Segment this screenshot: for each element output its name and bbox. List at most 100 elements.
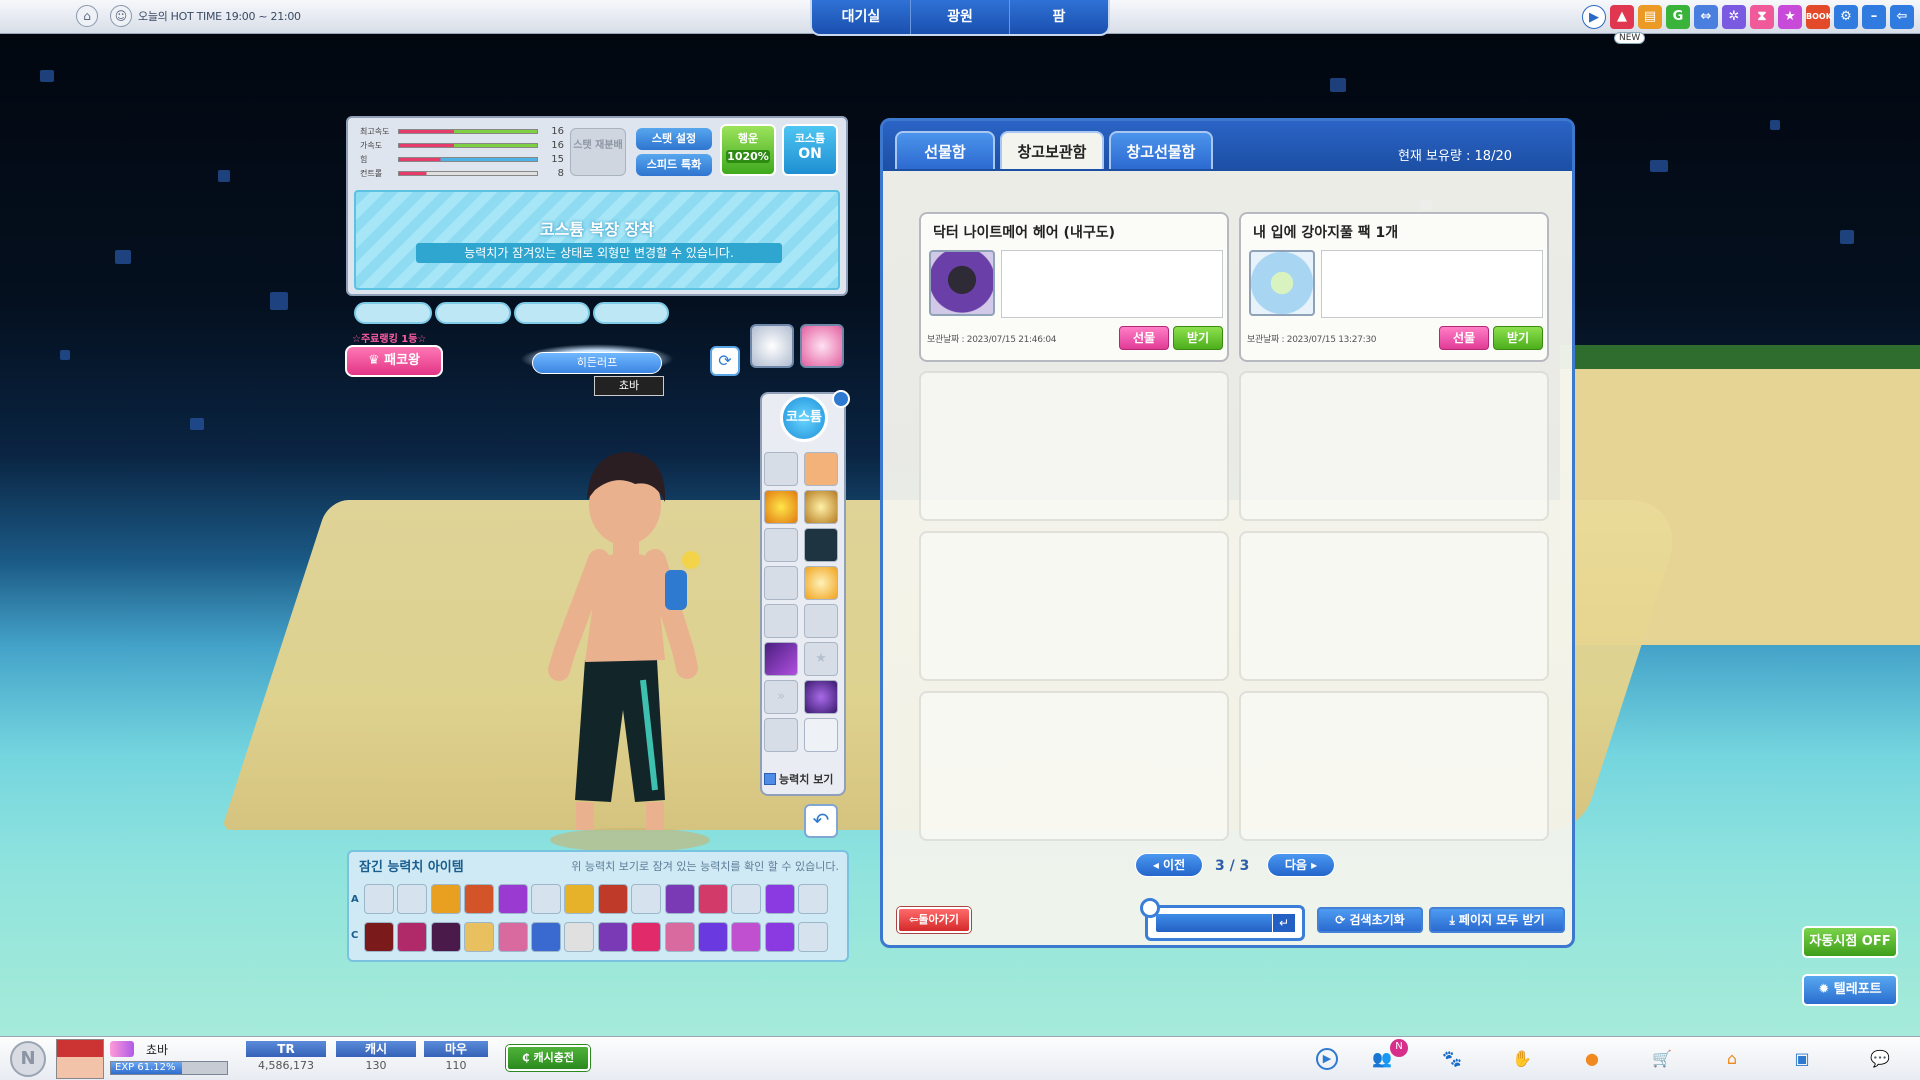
locked-item-slot[interactable]: [430, 922, 461, 952]
back-button[interactable]: ⇦돌아가기: [897, 907, 971, 933]
locked-item-slot[interactable]: [631, 922, 662, 952]
ability-pill[interactable]: [514, 302, 590, 324]
expand-icon[interactable]: ▶: [1316, 1048, 1338, 1070]
locked-item-slot[interactable]: [664, 884, 695, 914]
locked-item-slot[interactable]: [430, 884, 461, 914]
locked-item-slot[interactable]: [564, 884, 595, 914]
slot-effect[interactable]: [764, 490, 798, 524]
ability-view-toggle[interactable]: 능력치 보기: [764, 768, 842, 790]
receive-button[interactable]: 받기: [1173, 326, 1223, 350]
book-icon[interactable]: ▤: [1638, 5, 1662, 29]
receive-button[interactable]: 받기: [1493, 326, 1543, 350]
receive-all-button[interactable]: ⤓ 페이지 모두 받기: [1429, 907, 1565, 933]
locked-item-slot[interactable]: [631, 884, 662, 914]
pet-icon[interactable]: ●: [1578, 1045, 1606, 1073]
ability-pill[interactable]: [435, 302, 511, 324]
ability-pill[interactable]: [593, 302, 669, 324]
avatar[interactable]: [56, 1039, 104, 1079]
locked-item-slot[interactable]: [798, 884, 829, 914]
chat-icon[interactable]: 💬: [1866, 1045, 1894, 1073]
locked-item-slot[interactable]: [597, 922, 628, 952]
locked-item-slot[interactable]: [497, 884, 528, 914]
locked-item-slot[interactable]: [397, 922, 428, 952]
tab-waiting-room[interactable]: 대기실: [812, 0, 911, 34]
house-icon[interactable]: ⌂: [1718, 1045, 1746, 1073]
slot-gloves[interactable]: [764, 566, 798, 600]
charge-cash-button[interactable]: ₵ 캐시충전: [506, 1045, 590, 1071]
ability-view-checkbox[interactable]: [764, 773, 776, 785]
settings-icon[interactable]: ⚙: [1834, 5, 1858, 29]
slot-pants[interactable]: [804, 528, 838, 562]
storage-item-card[interactable]: 내 입에 강아지풀 팩 1개 보관날짜 : 2023/07/15 13:27:3…: [1239, 212, 1549, 362]
search-input[interactable]: [1156, 914, 1274, 932]
locked-item-slot[interactable]: [764, 922, 795, 952]
fire-icon[interactable]: ▲: [1610, 5, 1634, 29]
locked-item-slot[interactable]: [464, 922, 495, 952]
next-page-button[interactable]: 다음 ▸: [1267, 853, 1335, 877]
locked-item-slot[interactable]: [764, 884, 795, 914]
n-menu-icon[interactable]: N: [10, 1041, 46, 1077]
pet-slot[interactable]: [800, 324, 844, 368]
tab-gift-box[interactable]: 선물함: [895, 131, 995, 169]
teleport-button[interactable]: ✹ 텔레포트: [1802, 974, 1898, 1006]
shop-cart-icon[interactable]: 🛒: [1648, 1045, 1676, 1073]
stat-reset-button[interactable]: 스탯 재분배: [570, 128, 626, 176]
slot-wing[interactable]: [804, 680, 838, 714]
locked-item-slot[interactable]: [731, 884, 762, 914]
locked-item-slot[interactable]: [731, 922, 762, 952]
locked-item-slot[interactable]: [664, 922, 695, 952]
slot-star[interactable]: ★: [804, 642, 838, 676]
locked-item-slot[interactable]: [397, 884, 428, 914]
ability-pill[interactable]: [354, 302, 432, 324]
locked-item-slot[interactable]: [497, 922, 528, 952]
inventory-icon[interactable]: ▣: [1788, 1045, 1816, 1073]
minimize-icon[interactable]: –: [1862, 5, 1886, 29]
locked-item-slot[interactable]: [564, 922, 595, 952]
reset-search-button[interactable]: ⟳ 검색초기화: [1317, 907, 1423, 933]
tab-farm[interactable]: 팜: [1010, 0, 1108, 34]
slot-accessory[interactable]: [804, 490, 838, 524]
slot-top[interactable]: [764, 528, 798, 562]
hourglass-icon[interactable]: ⧗: [1750, 5, 1774, 29]
tab-storage-box[interactable]: 창고보관함: [1000, 131, 1104, 169]
slot-board[interactable]: [764, 642, 798, 676]
paw-icon[interactable]: 🐾: [1438, 1045, 1466, 1073]
auto-view-button[interactable]: 자동시점 OFF: [1802, 926, 1898, 958]
slot-tool[interactable]: [764, 718, 798, 752]
locked-item-slot[interactable]: [798, 922, 829, 952]
locked-item-slot[interactable]: [531, 922, 561, 952]
equipment-info-icon[interactable]: [832, 390, 850, 408]
slot-bag[interactable]: [804, 604, 838, 638]
locked-item-slot[interactable]: [698, 884, 728, 914]
locked-item-slot[interactable]: [531, 884, 561, 914]
tab-storage-gift-box[interactable]: 창고선물함: [1109, 131, 1213, 169]
prev-page-button[interactable]: ◂ 이전: [1135, 853, 1203, 877]
speed-special-button[interactable]: 스피드 특화: [636, 154, 712, 176]
play-icon[interactable]: ▶: [1582, 5, 1606, 29]
locked-item-slot[interactable]: [597, 884, 628, 914]
gift-button[interactable]: 선물: [1119, 326, 1169, 350]
rotate-view-icon[interactable]: ⟳: [710, 346, 740, 376]
storage-item-card[interactable]: 닥터 나이트메어 헤어 (내구도) 보관날짜 : 2023/07/15 21:4…: [919, 212, 1229, 362]
costume-button[interactable]: 코스튬: [780, 394, 828, 442]
book2-icon[interactable]: BOOK: [1806, 5, 1832, 29]
back-icon[interactable]: ⇦: [1890, 5, 1914, 29]
costume-toggle[interactable]: 코스튬 ON: [782, 124, 838, 176]
slot-shoes[interactable]: [764, 604, 798, 638]
reset-rotation-icon[interactable]: ↶: [804, 804, 838, 838]
slot-hair[interactable]: [764, 452, 798, 486]
champion-badge[interactable]: ♛ 패코왕: [345, 345, 443, 377]
home-icon[interactable]: ⌂: [76, 5, 98, 27]
tab-square[interactable]: 광원: [911, 0, 1010, 34]
slot-face[interactable]: [804, 452, 838, 486]
stat-setting-button[interactable]: 스탯 설정: [636, 128, 712, 150]
star-icon[interactable]: ★: [1778, 5, 1802, 29]
g-icon[interactable]: G: [1666, 5, 1690, 29]
locked-item-slot[interactable]: [698, 922, 728, 952]
swap-icon[interactable]: ⇔: [1694, 5, 1718, 29]
enter-icon[interactable]: ↵: [1272, 913, 1296, 933]
locked-item-slot[interactable]: [364, 922, 394, 952]
locked-item-slot[interactable]: [464, 884, 495, 914]
slot-aura[interactable]: [804, 566, 838, 600]
emblem-slot[interactable]: [750, 324, 794, 368]
